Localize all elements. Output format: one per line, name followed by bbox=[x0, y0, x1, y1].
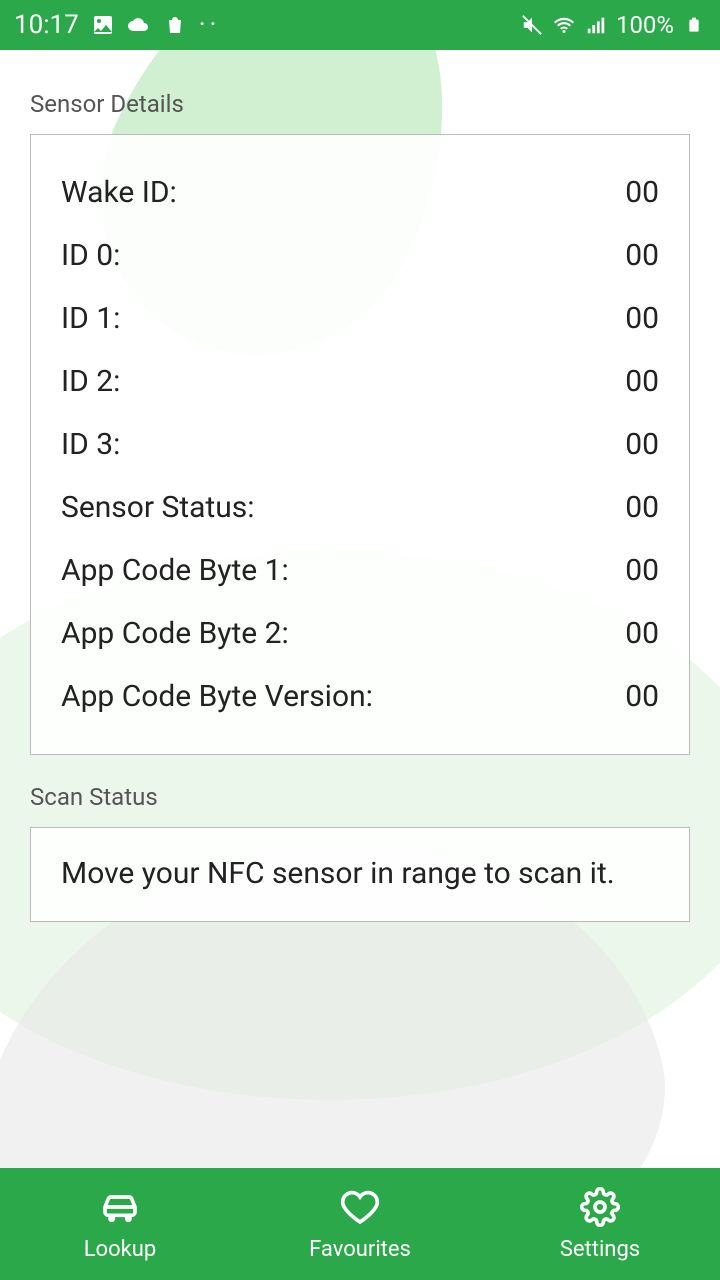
wifi-icon bbox=[552, 13, 576, 37]
detail-label: App Code Byte Version: bbox=[61, 679, 373, 714]
detail-value: 00 bbox=[625, 616, 659, 651]
detail-label: App Code Byte 1: bbox=[61, 553, 289, 588]
nav-lookup[interactable]: Lookup bbox=[0, 1168, 240, 1280]
car-icon bbox=[100, 1187, 140, 1231]
detail-row: Sensor Status: 00 bbox=[61, 476, 659, 539]
heart-icon bbox=[340, 1187, 380, 1231]
detail-value: 00 bbox=[625, 427, 659, 462]
detail-row: Wake ID: 00 bbox=[61, 161, 659, 224]
detail-value: 00 bbox=[625, 238, 659, 273]
status-time: 10:17 bbox=[14, 10, 79, 40]
detail-label: App Code Byte 2: bbox=[61, 616, 289, 651]
detail-row: ID 1: 00 bbox=[61, 287, 659, 350]
sensor-details-title: Sensor Details bbox=[30, 90, 690, 118]
scan-status-title: Scan Status bbox=[30, 783, 690, 811]
detail-label: ID 2: bbox=[61, 364, 120, 399]
mute-icon bbox=[520, 13, 544, 37]
detail-row: App Code Byte 2: 00 bbox=[61, 602, 659, 665]
signal-icon bbox=[584, 13, 608, 37]
detail-value: 00 bbox=[625, 301, 659, 336]
detail-label: Sensor Status: bbox=[61, 490, 255, 525]
sensor-details-card: Wake ID: 00 ID 0: 00 ID 1: 00 ID 2: 00 I… bbox=[30, 134, 690, 755]
nav-label: Settings bbox=[560, 1237, 640, 1262]
detail-label: ID 1: bbox=[61, 301, 120, 336]
shopping-bag-icon bbox=[163, 13, 187, 37]
detail-value: 00 bbox=[625, 364, 659, 399]
detail-value: 00 bbox=[625, 679, 659, 714]
detail-label: ID 0: bbox=[61, 238, 120, 273]
gear-icon bbox=[580, 1187, 620, 1231]
status-bar: 10:17 ·· 100% bbox=[0, 0, 720, 50]
nav-label: Lookup bbox=[84, 1237, 157, 1262]
battery-percentage: 100% bbox=[616, 11, 674, 39]
detail-row: App Code Byte 1: 00 bbox=[61, 539, 659, 602]
detail-value: 00 bbox=[625, 553, 659, 588]
nav-favourites[interactable]: Favourites bbox=[240, 1168, 480, 1280]
detail-label: Wake ID: bbox=[61, 175, 177, 210]
cloud-icon bbox=[127, 13, 151, 37]
main-content: Sensor Details Wake ID: 00 ID 0: 00 ID 1… bbox=[0, 50, 720, 1168]
nav-label: Favourites bbox=[309, 1237, 411, 1262]
image-icon bbox=[91, 13, 115, 37]
detail-row: ID 2: 00 bbox=[61, 350, 659, 413]
detail-value: 00 bbox=[625, 490, 659, 525]
detail-row: ID 0: 00 bbox=[61, 224, 659, 287]
detail-label: ID 3: bbox=[61, 427, 120, 462]
scan-status-card: Move your NFC sensor in range to scan it… bbox=[30, 827, 690, 922]
detail-row: ID 3: 00 bbox=[61, 413, 659, 476]
more-notifications-icon: ·· bbox=[199, 10, 221, 40]
nav-settings[interactable]: Settings bbox=[480, 1168, 720, 1280]
scan-status-message: Move your NFC sensor in range to scan it… bbox=[61, 854, 659, 895]
bottom-nav: Lookup Favourites Settings bbox=[0, 1168, 720, 1280]
battery-icon bbox=[682, 13, 706, 37]
detail-value: 00 bbox=[625, 175, 659, 210]
detail-row: App Code Byte Version: 00 bbox=[61, 665, 659, 728]
